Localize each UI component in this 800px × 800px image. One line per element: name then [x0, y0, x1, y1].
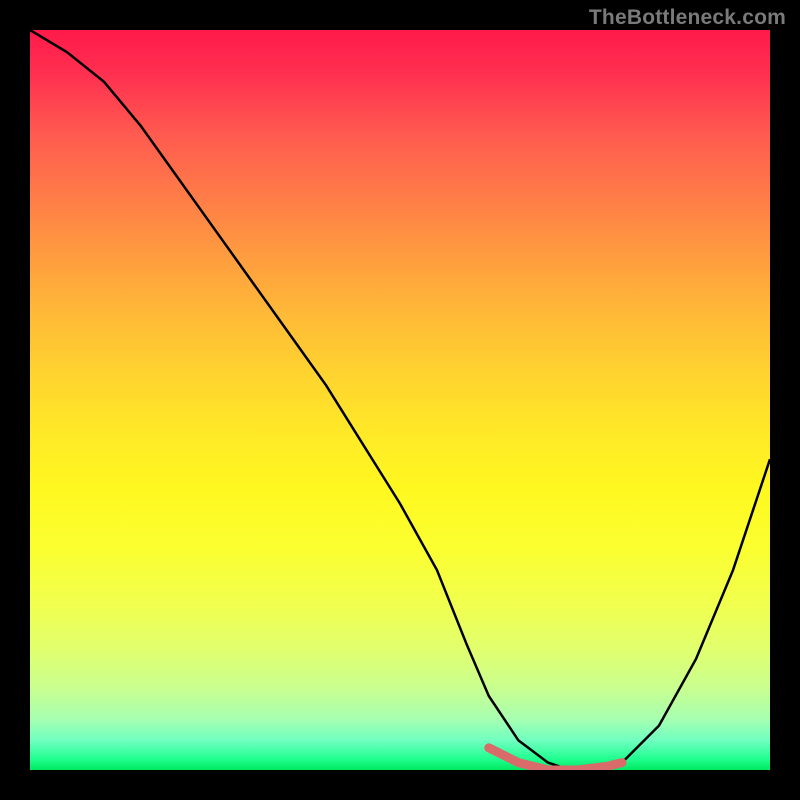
optimal-range-highlight-path: [489, 748, 622, 770]
chart-svg: [30, 30, 770, 770]
bottleneck-curve-path: [30, 30, 770, 770]
watermark-label: TheBottleneck.com: [589, 6, 786, 30]
plot-area: [30, 30, 770, 770]
bottleneck-chart: TheBottleneck.com: [0, 0, 800, 800]
